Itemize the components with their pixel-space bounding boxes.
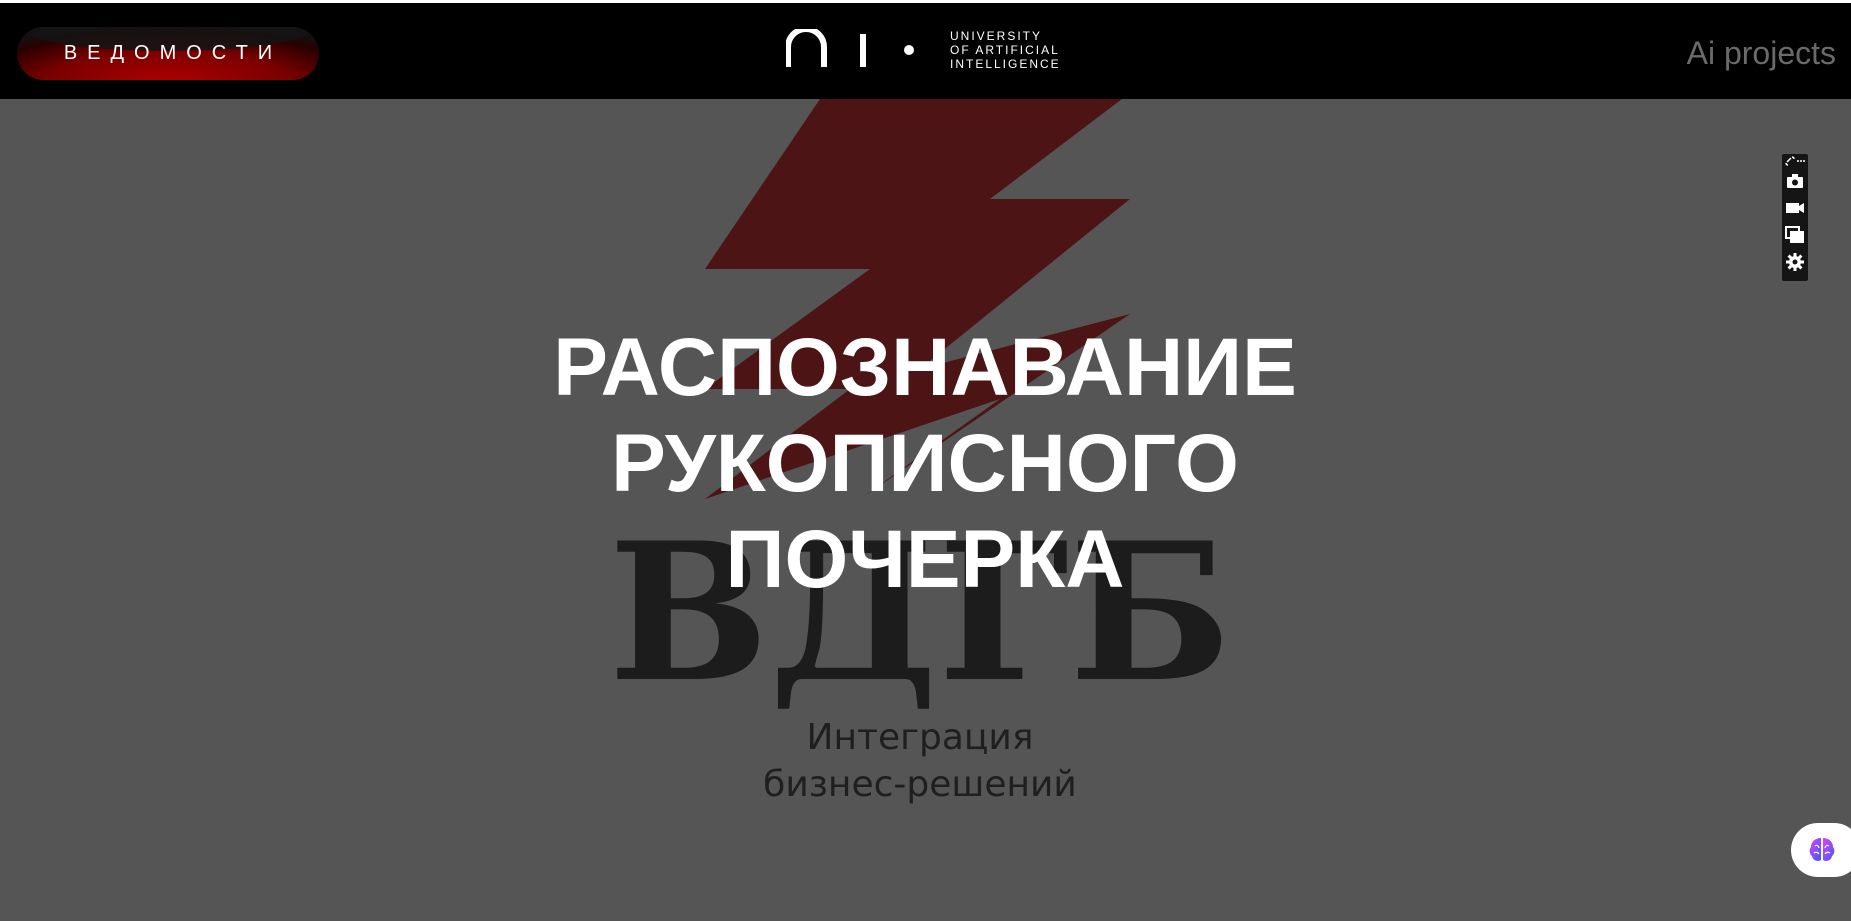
uai-logo-mark-icon bbox=[786, 29, 914, 67]
hero-title: РАСПОЗНАВАНИЕ РУКОПИСНОГО ПОЧЕРКА bbox=[425, 320, 1425, 608]
top-header: ВЕДОМОСТИ UNIVERSITY OF ARTIFICIAL INTEL… bbox=[0, 0, 1851, 99]
assistant-chat-button[interactable] bbox=[1791, 823, 1851, 877]
brain-icon bbox=[1809, 838, 1835, 861]
logo-text: UNIVERSITY OF ARTIFICIAL INTELLIGENCE bbox=[950, 29, 1061, 71]
hero-title-line-2: РУКОПИСНОГО bbox=[611, 418, 1239, 509]
more-icon[interactable] bbox=[1796, 156, 1806, 166]
background-caption-line-2: бизнес-решений bbox=[763, 764, 1077, 805]
link-icon[interactable] bbox=[1785, 156, 1795, 166]
copy-icon[interactable] bbox=[1785, 225, 1805, 245]
ai-projects-link[interactable]: Ai projects bbox=[1687, 35, 1836, 72]
vedomosti-brand-button[interactable]: ВЕДОМОСТИ bbox=[17, 27, 319, 80]
video-icon[interactable] bbox=[1785, 198, 1805, 218]
camera-icon[interactable] bbox=[1785, 171, 1805, 191]
vedomosti-label: ВЕДОМОСТИ bbox=[63, 42, 283, 64]
settings-icon[interactable] bbox=[1785, 252, 1805, 272]
hero-title-line-3: ПОЧЕРКА bbox=[725, 514, 1125, 605]
floating-toolbar bbox=[1782, 154, 1808, 281]
hero-title-line-1: РАСПОЗНАВАНИЕ bbox=[553, 322, 1297, 413]
university-logo[interactable]: UNIVERSITY OF ARTIFICIAL INTELLIGENCE bbox=[786, 29, 1062, 73]
background-caption-line-1: Интеграция bbox=[807, 717, 1034, 758]
